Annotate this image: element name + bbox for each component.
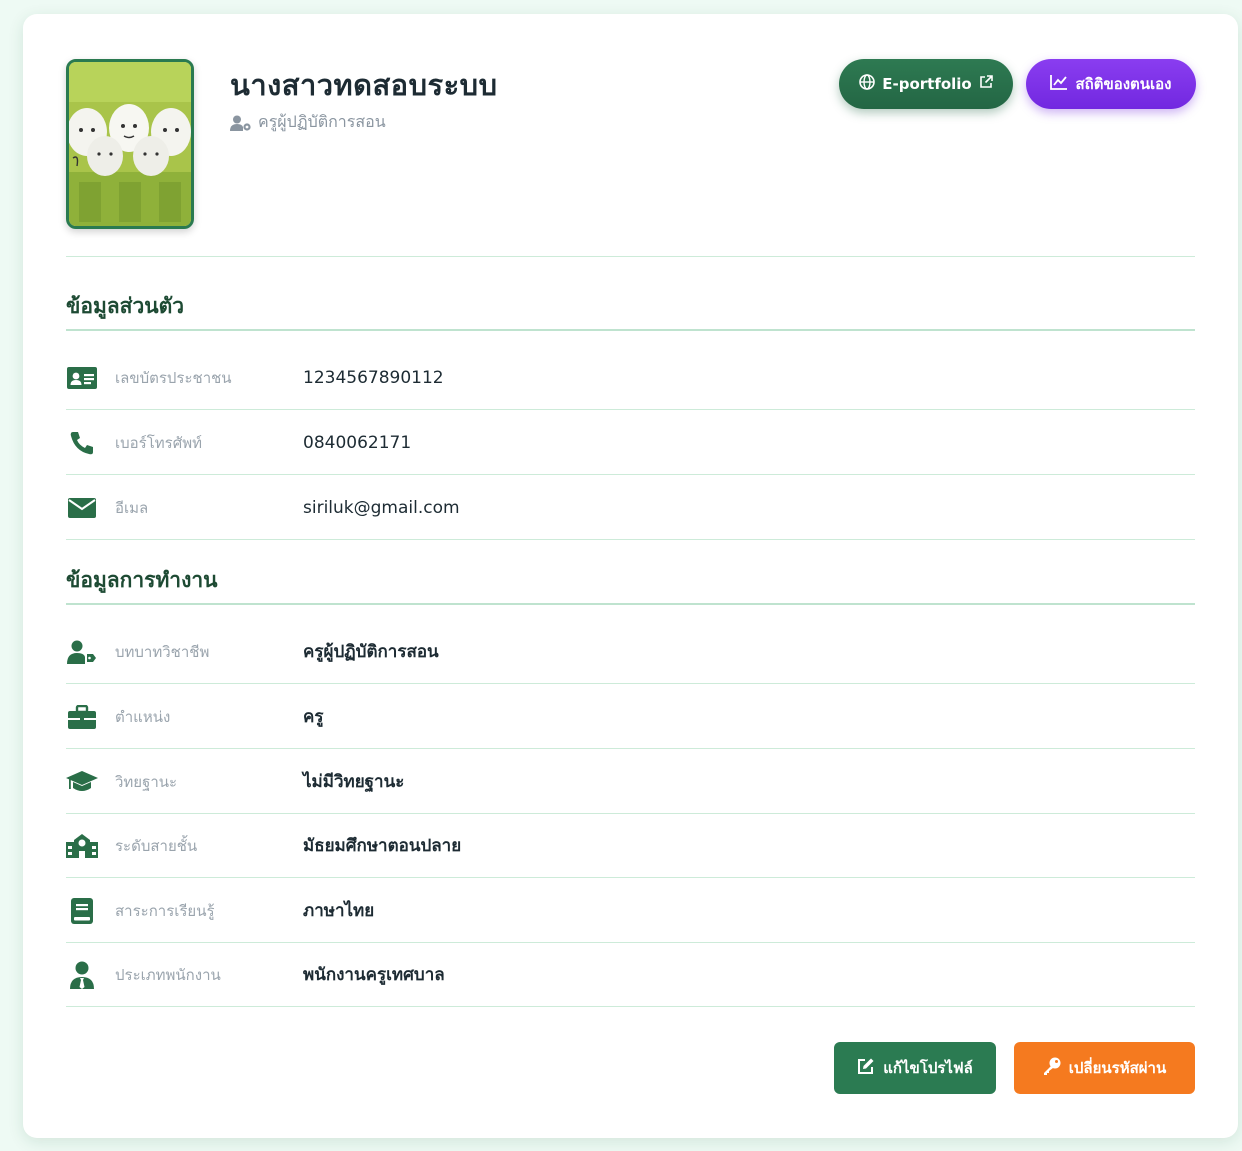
row-label: เบอร์โทรศัพท์ xyxy=(115,433,203,452)
personal-section-title: ข้อมูลส่วนตัว xyxy=(66,294,185,318)
external-link-icon xyxy=(979,75,993,93)
profile-card: นางสาวทดสอบระบบ ครูผู้ปฏิบัติการสอน E-po… xyxy=(23,14,1238,1138)
self-stats-button[interactable]: สถิติของตนเอง xyxy=(1026,59,1196,109)
book-icon xyxy=(66,895,98,927)
work-row-subject: สาระการเรียนรู้ ภาษาไทย xyxy=(66,879,1195,943)
globe-icon xyxy=(859,74,876,94)
change-password-label: เปลี่ยนรหัสผ่าน xyxy=(1068,1059,1167,1077)
personal-row-email: อีเมล siriluk@gmail.com xyxy=(66,476,1195,540)
school-icon xyxy=(66,830,98,862)
row-label: ประเภทพนักงาน xyxy=(115,965,221,984)
phone-icon xyxy=(66,427,98,459)
work-section-title: ข้อมูลการทำงาน xyxy=(66,568,218,592)
row-value: ครู xyxy=(303,707,324,727)
row-value: 0840062171 xyxy=(303,432,412,453)
user-tie-icon xyxy=(66,959,98,991)
avatar xyxy=(66,59,194,229)
row-value: siriluk@gmail.com xyxy=(303,497,460,518)
user-cog-icon xyxy=(230,115,252,131)
row-value: ไม่มีวิทยฐานะ xyxy=(303,772,405,792)
row-label: เลขบัตรประชาชน xyxy=(115,368,232,387)
row-value: มัธยมศึกษาตอนปลาย xyxy=(303,836,462,856)
graduation-cap-icon xyxy=(66,766,98,798)
work-row-academic-standing: วิทยฐานะ ไม่มีวิทยฐานะ xyxy=(66,750,1195,814)
self-stats-label: สถิติของตนเอง xyxy=(1075,75,1172,93)
work-row-grade-level: ระดับสายชั้น มัธยมศึกษาตอนปลาย xyxy=(66,814,1195,878)
row-label: วิทยฐานะ xyxy=(115,772,178,791)
section-divider xyxy=(66,329,1195,331)
divider xyxy=(66,256,1195,257)
profile-name: นางสาวทดสอบระบบ xyxy=(230,68,498,102)
edit-icon xyxy=(857,1057,875,1079)
edit-profile-button[interactable]: แก้ไขโปรไฟล์ xyxy=(834,1042,996,1094)
line-chart-icon xyxy=(1050,74,1068,94)
user-tag-icon xyxy=(66,636,98,668)
row-value: ครูผู้ปฏิบัติการสอน xyxy=(303,642,439,662)
eportfolio-button[interactable]: E-portfolio xyxy=(839,59,1013,109)
profile-role-label: ครูผู้ปฏิบัติการสอน xyxy=(258,112,386,131)
row-value: พนักงานครูเทศบาล xyxy=(303,965,445,985)
work-row-employee-type: ประเภทพนักงาน พนักงานครูเทศบาล xyxy=(66,943,1195,1007)
section-divider xyxy=(66,603,1195,605)
briefcase-icon xyxy=(66,701,98,733)
row-value: ภาษาไทย xyxy=(303,901,375,921)
id-card-icon xyxy=(66,362,98,394)
profile-role: ครูผู้ปฏิบัติการสอน xyxy=(230,110,386,135)
eportfolio-label: E-portfolio xyxy=(882,75,972,93)
personal-row-phone: เบอร์โทรศัพท์ 0840062171 xyxy=(66,411,1195,475)
envelope-icon xyxy=(66,492,98,524)
work-row-role: บทบาทวิชาชีพ ครูผู้ปฏิบัติการสอน xyxy=(66,620,1195,684)
work-row-position: ตำแหน่ง ครู xyxy=(66,685,1195,749)
personal-row-id: เลขบัตรประชาชน 1234567890112 xyxy=(66,346,1195,410)
row-label: ระดับสายชั้น xyxy=(115,836,198,855)
row-label: สาระการเรียนรู้ xyxy=(115,901,215,920)
row-label: อีเมล xyxy=(115,498,149,517)
key-icon xyxy=(1043,1057,1061,1079)
edit-profile-label: แก้ไขโปรไฟล์ xyxy=(883,1059,973,1077)
change-password-button[interactable]: เปลี่ยนรหัสผ่าน xyxy=(1014,1042,1195,1094)
row-label: บทบาทวิชาชีพ xyxy=(115,642,210,661)
row-value: 1234567890112 xyxy=(303,367,444,388)
row-label: ตำแหน่ง xyxy=(115,707,171,726)
